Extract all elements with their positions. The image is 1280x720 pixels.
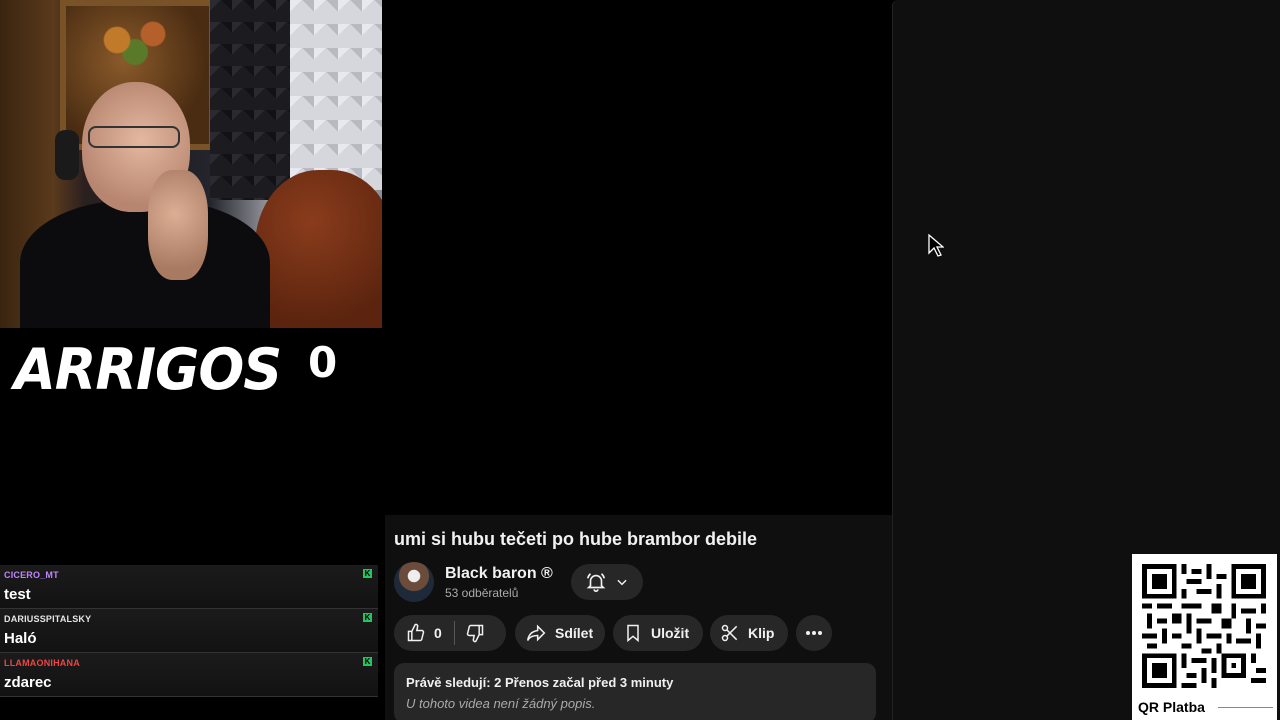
subscriber-count: 53 odběratelů bbox=[445, 586, 519, 600]
mouse-cursor-icon bbox=[928, 234, 944, 257]
share-icon bbox=[526, 624, 546, 642]
clip-button[interactable]: Klip bbox=[710, 615, 788, 651]
save-label: Uložit bbox=[651, 625, 690, 641]
platform-badge-icon: K bbox=[363, 569, 372, 578]
webcam-feed bbox=[0, 0, 382, 328]
chat-overlay: CICERO_MT test K DARIUSSPITALSKY Haló K … bbox=[0, 565, 378, 697]
chat-username: DARIUSSPITALSKY bbox=[4, 614, 92, 624]
scissors-icon bbox=[721, 624, 738, 642]
share-label: Sdílet bbox=[555, 625, 594, 641]
thumbs-up-icon bbox=[407, 623, 425, 642]
save-button[interactable]: Uložit bbox=[613, 615, 703, 651]
acoustic-panel-white bbox=[290, 0, 382, 190]
channel-avatar[interactable] bbox=[394, 562, 434, 602]
like-button[interactable]: 0 bbox=[394, 615, 442, 651]
more-actions-button[interactable] bbox=[796, 615, 832, 651]
chat-username: LLAMAONIHANA bbox=[4, 658, 80, 668]
chat-message: CICERO_MT test K bbox=[0, 565, 378, 609]
stream-logo: ARRIGOS bbox=[14, 336, 282, 403]
qr-payment-box: QR Platba bbox=[1132, 554, 1277, 720]
glasses bbox=[88, 126, 180, 148]
chat-text: zdarec bbox=[4, 674, 52, 691]
score-counter: 0 bbox=[308, 338, 338, 387]
more-horizontal-icon bbox=[806, 631, 822, 635]
chat-username: CICERO_MT bbox=[4, 570, 59, 580]
chat-message: LLAMAONIHANA zdarec K bbox=[0, 653, 378, 697]
qr-payment-label: QR Platba bbox=[1138, 699, 1205, 715]
description-box[interactable]: Právě sledují: 2 Přenos začal před 3 min… bbox=[394, 663, 876, 720]
chat-message: DARIUSSPITALSKY Haló K bbox=[0, 609, 378, 653]
chevron-down-icon bbox=[617, 579, 627, 586]
chat-text: Haló bbox=[4, 630, 37, 647]
share-button[interactable]: Sdílet bbox=[515, 615, 605, 651]
headphones bbox=[55, 130, 79, 180]
chat-text: test bbox=[4, 586, 31, 603]
video-title: umi si hubu tečeti po hube brambor debil… bbox=[394, 529, 758, 549]
like-count: 0 bbox=[434, 625, 442, 641]
divider bbox=[1218, 707, 1273, 708]
streamer-body bbox=[20, 200, 270, 328]
streamer-hand bbox=[148, 170, 208, 280]
flowers bbox=[90, 10, 180, 70]
bell-icon bbox=[586, 573, 606, 592]
bookmark-icon bbox=[627, 624, 639, 643]
clip-label: Klip bbox=[748, 625, 775, 641]
plush-toy bbox=[255, 170, 382, 328]
notification-bell-button[interactable] bbox=[571, 564, 643, 600]
qr-code-icon bbox=[1142, 564, 1266, 688]
acoustic-foam bbox=[210, 0, 292, 200]
description-text: U tohoto videa není žádný popis. bbox=[406, 696, 596, 711]
video-info-panel: umi si hubu tečeti po hube brambor debil… bbox=[385, 515, 892, 720]
live-stats: Právě sledují: 2 Přenos začal před 3 min… bbox=[406, 675, 674, 690]
platform-badge-icon: K bbox=[363, 613, 372, 622]
platform-badge-icon: K bbox=[363, 657, 372, 666]
thumbs-down-icon bbox=[466, 624, 484, 643]
dislike-button[interactable] bbox=[455, 615, 485, 651]
like-dislike-group: 0 bbox=[394, 615, 506, 651]
channel-name[interactable]: Black baron ® bbox=[445, 565, 553, 583]
